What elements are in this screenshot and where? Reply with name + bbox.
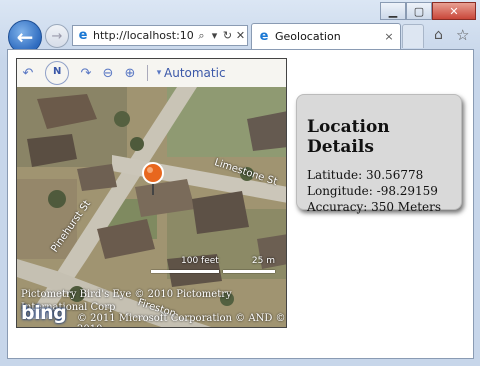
location-details-panel: Location Details Latitude: 30.56778 Long…	[296, 94, 462, 214]
location-pin-icon[interactable]	[141, 162, 165, 196]
ie-page-icon: e	[78, 27, 88, 43]
ie-tab-icon: e	[259, 28, 269, 44]
view-dropdown-icon[interactable]: ▾	[154, 68, 164, 78]
home-icon[interactable]: ⌂	[434, 27, 443, 43]
close-button[interactable]: ✕	[432, 2, 476, 20]
favorites-star-icon[interactable]: ☆	[456, 26, 469, 44]
new-tab-button[interactable]	[402, 24, 424, 48]
zoom-out-icon[interactable]: ⊖	[97, 66, 119, 81]
forward-arrow-icon: →	[51, 28, 63, 44]
compass-north-label: N	[53, 66, 62, 77]
latitude-text: Latitude: 30.56778	[307, 168, 424, 182]
address-url[interactable]: http://localhost:10	[93, 29, 195, 42]
details-title: Location Details	[307, 117, 390, 157]
rotate-left-icon[interactable]: ↶	[17, 66, 39, 81]
nav-divider	[147, 65, 148, 81]
bing-logo[interactable]: bing	[21, 302, 67, 324]
map-style-selector[interactable]: Automatic	[164, 66, 226, 80]
scale-bar-feet	[151, 270, 219, 273]
dropdown-icon[interactable]: ▾	[208, 29, 221, 42]
forward-button[interactable]: →	[45, 24, 69, 48]
map-navigation-bar: ↶ N ↷ ⊖ ⊕ ▾ Automatic	[17, 59, 286, 87]
stop-icon[interactable]: ✕	[234, 29, 247, 42]
maximize-button[interactable]: ▢	[406, 2, 432, 20]
zoom-in-icon[interactable]: ⊕	[119, 66, 141, 81]
refresh-icon[interactable]: ↻	[221, 29, 234, 42]
accuracy-text: Accuracy: 350 Meters	[307, 200, 442, 214]
rotate-right-icon[interactable]: ↷	[75, 66, 97, 81]
back-arrow-icon: ←	[16, 25, 34, 49]
tab-geolocation[interactable]: e Geolocation ×	[251, 23, 401, 49]
minimize-button[interactable]: ▁	[380, 2, 406, 20]
search-icon[interactable]: ⌕	[195, 29, 208, 43]
scale-bar-meters	[223, 270, 275, 273]
compass-control[interactable]: N	[39, 61, 75, 85]
longitude-text: Longitude: -98.29159	[307, 184, 438, 198]
map-attribution-2: © 2011 Microsoft Corporation © AND © 201…	[77, 313, 286, 327]
browser-window: ▁ ▢ ✕ ← → e http://localhost:10 ⌕ ▾ ↻ ✕ …	[0, 0, 480, 366]
scale-meters-label: 25 m	[251, 256, 275, 266]
scale-feet-label: 100 feet	[181, 256, 219, 266]
window-controls: ▁ ▢ ✕	[380, 2, 476, 20]
address-bar[interactable]: e http://localhost:10 ⌕ ▾ ↻ ✕	[72, 25, 248, 46]
tab-close-icon[interactable]: ×	[382, 30, 396, 43]
map-view[interactable]: Limestone St Pinehurst St Fireston ↶ N ↷…	[16, 58, 287, 328]
tab-title: Geolocation	[275, 30, 341, 43]
